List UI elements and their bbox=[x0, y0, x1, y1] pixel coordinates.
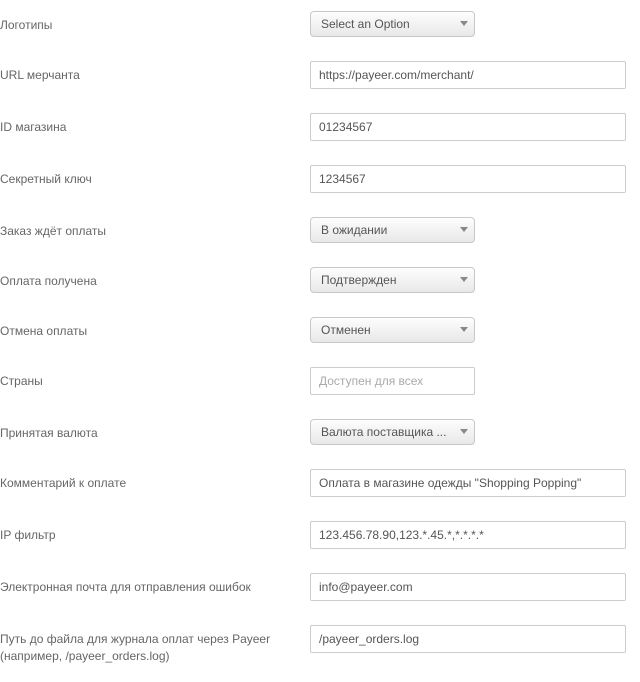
row-secret-key: Секретный ключ bbox=[0, 158, 640, 200]
ip-filter-input[interactable] bbox=[310, 521, 626, 549]
chevron-down-icon bbox=[460, 21, 468, 27]
label-currency: Принятая валюта bbox=[0, 419, 310, 442]
comment-input[interactable] bbox=[310, 469, 626, 497]
paid-status-select[interactable]: Подтвержден bbox=[310, 267, 475, 293]
row-shop-id: ID магазина bbox=[0, 106, 640, 148]
pending-status-value: В ожидании bbox=[321, 223, 387, 237]
label-error-email: Электронная почта для отправления ошибок bbox=[0, 573, 310, 596]
secret-key-input[interactable] bbox=[310, 165, 626, 193]
row-paid-status: Оплата получена Подтвержден bbox=[0, 260, 640, 300]
row-logos: Логотипы Select an Option bbox=[0, 4, 640, 44]
label-cancelled-status: Отмена оплаты bbox=[0, 317, 310, 340]
paid-status-value: Подтвержден bbox=[321, 273, 396, 287]
label-comment: Комментарий к оплате bbox=[0, 469, 310, 492]
row-currency: Принятая валюта Валюта поставщика ... bbox=[0, 412, 640, 452]
currency-select-value: Валюта поставщика ... bbox=[321, 425, 446, 439]
label-merchant-url: URL мерчанта bbox=[0, 61, 310, 84]
chevron-down-icon bbox=[460, 327, 468, 333]
row-ip-filter: IP фильтр bbox=[0, 514, 640, 556]
label-log-path: Путь до файла для журнала оплат через Pa… bbox=[0, 625, 310, 665]
label-shop-id: ID магазина bbox=[0, 113, 310, 136]
logos-select-value: Select an Option bbox=[321, 17, 410, 31]
currency-select[interactable]: Валюта поставщика ... bbox=[310, 419, 475, 445]
cancelled-status-select[interactable]: Отменен bbox=[310, 317, 475, 343]
label-logos: Логотипы bbox=[0, 11, 310, 34]
merchant-url-input[interactable] bbox=[310, 61, 626, 89]
label-pending-status: Заказ ждёт оплаты bbox=[0, 217, 310, 240]
label-countries: Страны bbox=[0, 367, 310, 390]
settings-form: Логотипы Select an Option URL мерчанта I… bbox=[0, 0, 640, 682]
row-pending-status: Заказ ждёт оплаты В ожидании bbox=[0, 210, 640, 250]
row-countries: Страны bbox=[0, 360, 640, 402]
row-comment: Комментарий к оплате bbox=[0, 462, 640, 504]
label-secret-key: Секретный ключ bbox=[0, 165, 310, 188]
row-merchant-url: URL мерчанта bbox=[0, 54, 640, 96]
shop-id-input[interactable] bbox=[310, 113, 626, 141]
error-email-input[interactable] bbox=[310, 573, 626, 601]
cancelled-status-value: Отменен bbox=[321, 323, 371, 337]
row-error-email: Электронная почта для отправления ошибок bbox=[0, 566, 640, 608]
chevron-down-icon bbox=[460, 277, 468, 283]
row-cancelled-status: Отмена оплаты Отменен bbox=[0, 310, 640, 350]
label-paid-status: Оплата получена bbox=[0, 267, 310, 290]
pending-status-select[interactable]: В ожидании bbox=[310, 217, 475, 243]
countries-input[interactable] bbox=[310, 367, 475, 395]
logos-select[interactable]: Select an Option bbox=[310, 11, 475, 37]
chevron-down-icon bbox=[460, 227, 468, 233]
row-log-path: Путь до файла для журнала оплат через Pa… bbox=[0, 618, 640, 672]
label-ip-filter: IP фильтр bbox=[0, 521, 310, 544]
log-path-input[interactable] bbox=[310, 625, 626, 653]
chevron-down-icon bbox=[460, 429, 468, 435]
